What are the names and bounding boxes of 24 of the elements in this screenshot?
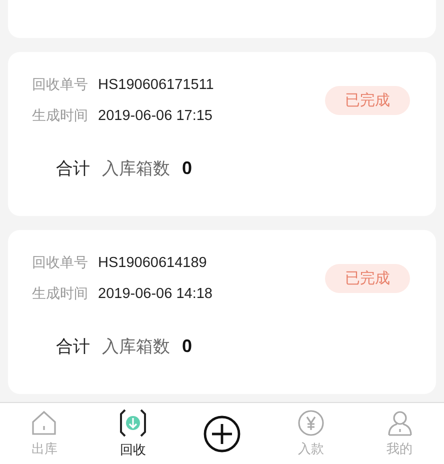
status-badge: 已完成 xyxy=(325,264,410,293)
download-icon xyxy=(119,408,148,438)
field-label: 回收单号 xyxy=(32,76,88,94)
person-icon xyxy=(386,409,414,437)
count-label: 入库箱数 xyxy=(102,158,170,180)
count-value: 0 xyxy=(182,336,192,357)
total-label: 合计 xyxy=(56,158,90,180)
yen-icon xyxy=(296,409,325,437)
tab[interactable]: 回收 xyxy=(88,403,178,464)
count-label: 入库箱数 xyxy=(102,336,170,358)
field-label: 生成时间 xyxy=(32,107,88,125)
order-number: HS19060614189 xyxy=(98,255,207,271)
count-value: 0 xyxy=(182,158,192,179)
total-label: 合计 xyxy=(56,336,90,358)
add-icon xyxy=(202,414,242,454)
field-label: 生成时间 xyxy=(32,285,88,303)
field-label: 回收单号 xyxy=(32,254,88,272)
created-time: 2019-06-06 14:18 xyxy=(98,286,212,302)
created-time: 2019-06-06 17:15 xyxy=(98,108,212,124)
record-card[interactable]: 回收单号 HS190606171511 生成时间 2019-06-06 17:15 已完成 合计 入库箱数 0 xyxy=(8,52,436,216)
house-icon xyxy=(30,409,58,437)
record-card[interactable]: 回收单号 HS19060614189 生成时间 2019-06-06 14:18 已完成 合计 入库箱数 0 xyxy=(8,230,436,394)
order-number: HS190606171511 xyxy=(98,77,214,93)
status-badge: 已完成 xyxy=(325,86,410,115)
